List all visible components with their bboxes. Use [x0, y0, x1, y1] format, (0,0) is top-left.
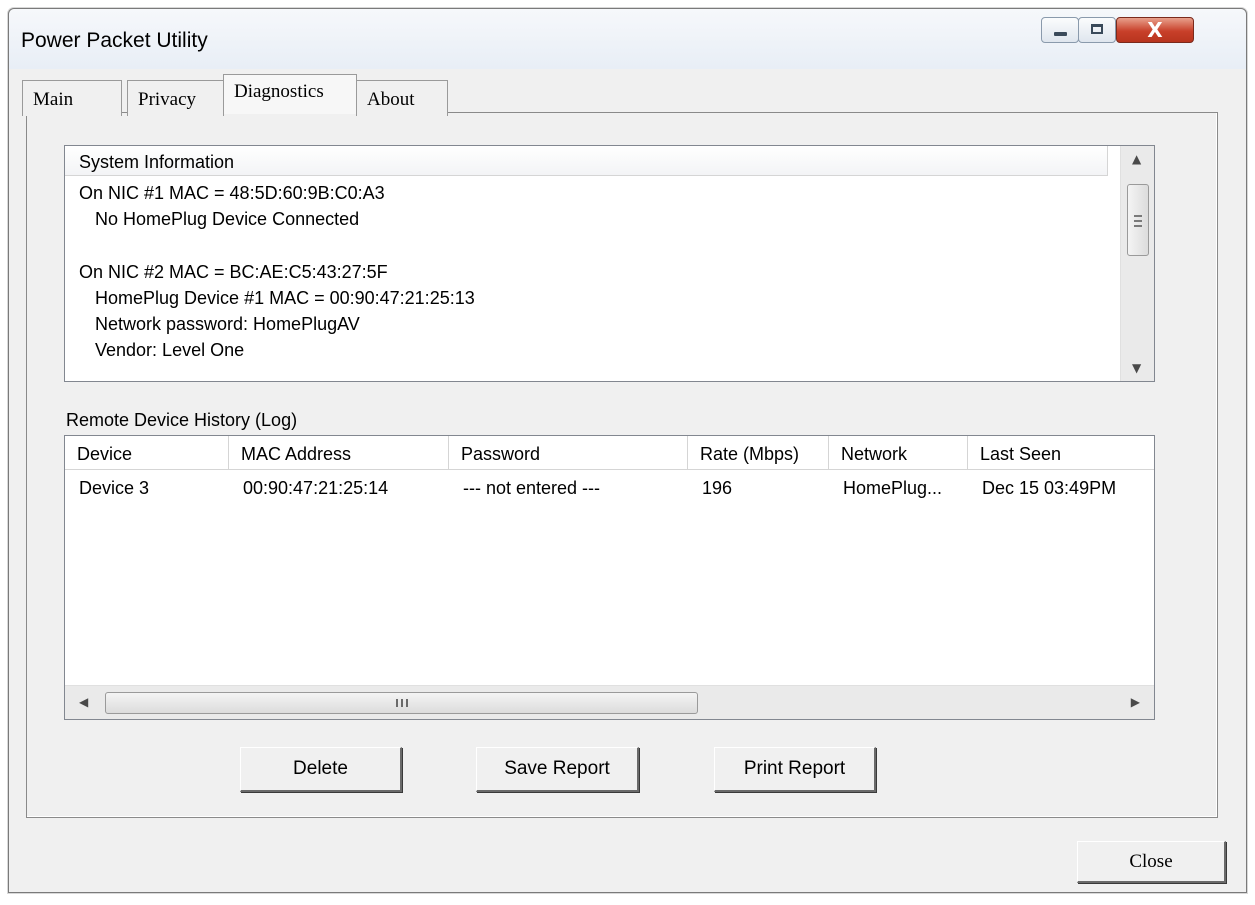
remote-log-label: Remote Device History (Log) [66, 410, 298, 430]
scrollbar-thumb[interactable] [105, 692, 698, 714]
maximize-button[interactable] [1078, 17, 1116, 43]
system-information-list[interactable]: System Information On NIC #1 MAC = 48:5D… [64, 145, 1155, 382]
sysinfo-line: No HomePlug Device Connected [95, 209, 360, 229]
close-button[interactable]: Close [1077, 841, 1226, 883]
log-horizontal-scrollbar[interactable]: ◀ ▶ [65, 685, 1154, 719]
arrow-up-icon[interactable]: ▲ [1132, 152, 1141, 166]
print-report-button[interactable]: Print Report [714, 747, 876, 792]
sysinfo-line: On NIC #1 MAC = 48:5D:60:9B:C0:A3 [79, 183, 385, 203]
column-header-password[interactable]: Password [449, 436, 688, 470]
arrow-down-icon[interactable]: ▼ [1132, 361, 1141, 375]
tab-about[interactable]: About [356, 80, 448, 116]
minimize-icon [1054, 32, 1067, 36]
sysinfo-line: On NIC #2 MAC = BC:AE:C5:43:27:5F [79, 262, 388, 282]
cell-last-seen: Dec 15 03:49PM [982, 478, 1117, 498]
scrollbar-thumb[interactable] [1127, 184, 1149, 256]
system-information-header[interactable]: System Information [65, 146, 1108, 176]
tab-diagnostics[interactable]: Diagnostics [223, 74, 357, 114]
grip-line [1134, 225, 1142, 227]
sysinfo-line: Network password: HomePlugAV [95, 314, 360, 334]
cell-network: HomePlug... [843, 478, 943, 498]
cell-mac-address: 00:90:47:21:25:14 [243, 478, 389, 498]
close-window-button[interactable]: X [1116, 17, 1194, 43]
column-header-rate[interactable]: Rate (Mbps) [688, 436, 829, 470]
tab-main[interactable]: Main [22, 80, 122, 116]
grip-line [401, 699, 403, 707]
title-bar[interactable]: Power Packet Utility X [9, 9, 1246, 69]
delete-button[interactable]: Delete [240, 747, 402, 792]
maximize-icon [1091, 24, 1103, 34]
grip-line [406, 699, 408, 707]
sysinfo-vertical-scrollbar[interactable]: ▲ ▼ [1120, 146, 1154, 381]
grip-line [1134, 215, 1142, 217]
grip-line [396, 699, 398, 707]
column-header-network[interactable]: Network [829, 436, 968, 470]
column-header-device[interactable]: Device [65, 436, 229, 470]
sysinfo-line: HomePlug Device #1 MAC = 00:90:47:21:25:… [95, 288, 475, 308]
close-icon: X [1147, 18, 1163, 42]
column-header-last-seen[interactable]: Last Seen [968, 436, 1154, 470]
minimize-button[interactable] [1041, 17, 1079, 43]
tab-privacy[interactable]: Privacy [127, 80, 224, 116]
arrow-right-icon[interactable]: ▶ [1131, 695, 1140, 709]
cell-password: --- not entered --- [463, 478, 601, 498]
column-header-mac-address[interactable]: MAC Address [229, 436, 449, 470]
window-title: Power Packet Utility [21, 29, 208, 52]
sysinfo-line: Vendor: Level One [95, 340, 245, 360]
grip-line [1134, 220, 1142, 222]
arrow-left-icon[interactable]: ◀ [79, 695, 88, 709]
cell-rate: 196 [702, 478, 733, 498]
save-report-button[interactable]: Save Report [476, 747, 639, 792]
cell-device: Device 3 [79, 478, 150, 498]
remote-device-history-table[interactable]: Device MAC Address Password Rate (Mbps) … [64, 435, 1155, 720]
